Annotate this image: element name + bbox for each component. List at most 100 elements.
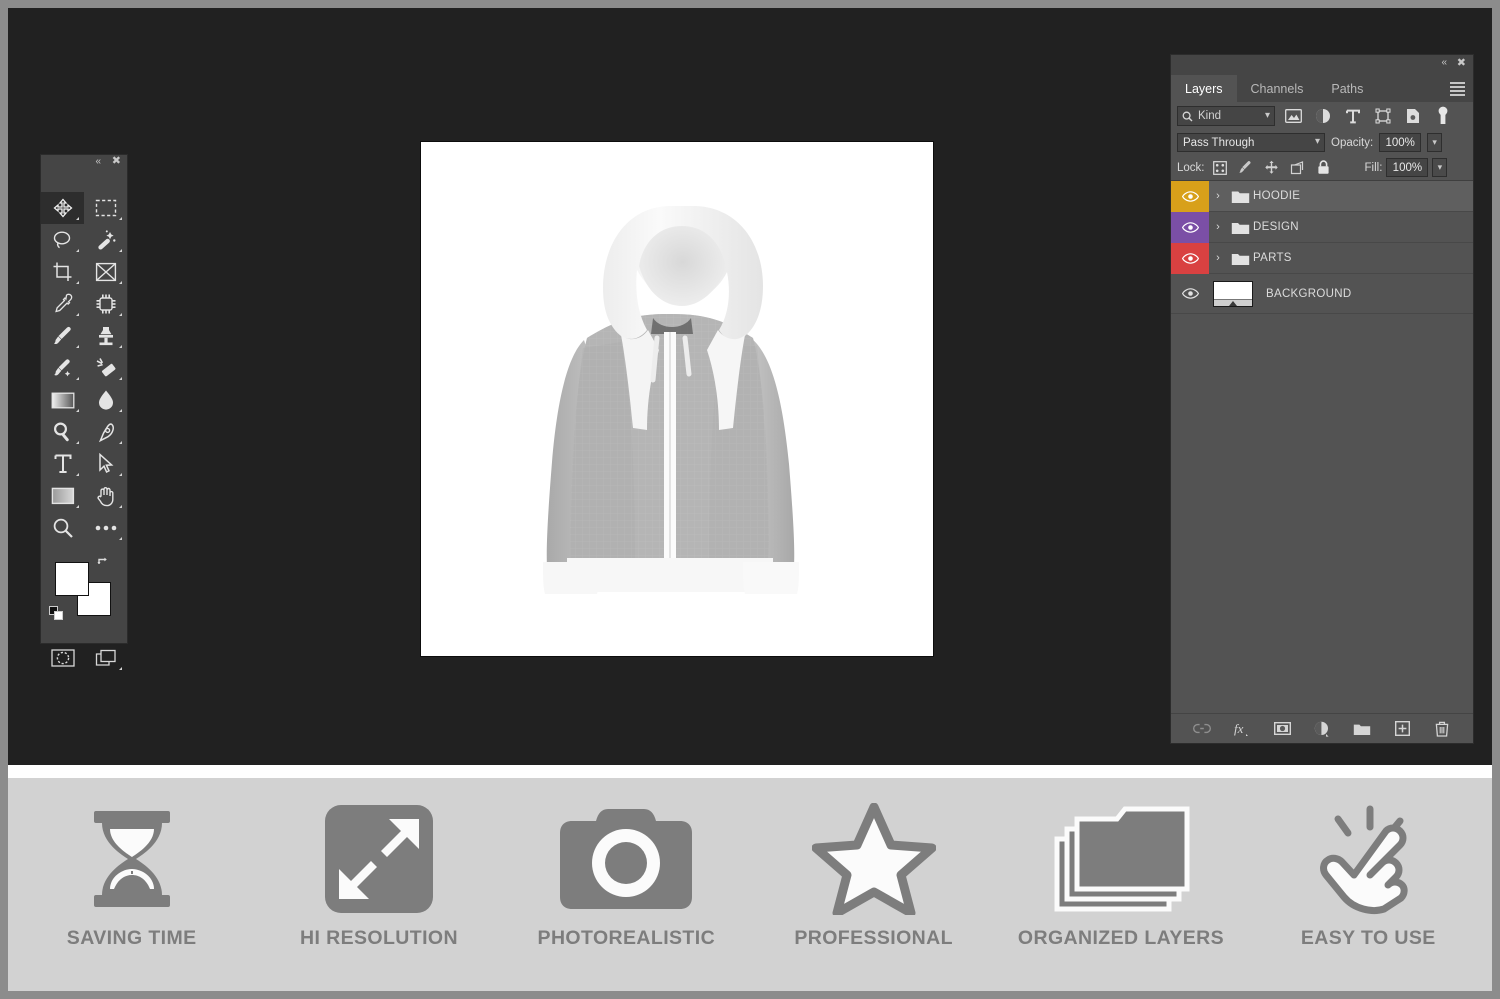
tab-channels[interactable]: Channels	[1237, 75, 1318, 102]
new-layer-icon[interactable]	[1392, 719, 1412, 739]
layer-row-background[interactable]: BACKGROUND	[1171, 274, 1473, 314]
opacity-label: Opacity:	[1331, 136, 1374, 149]
layer-row-hoodie[interactable]: › HOODIE	[1171, 180, 1473, 212]
layers-panel-tabs: Layers Channels Paths	[1171, 75, 1473, 102]
layer-visibility-toggle[interactable]	[1171, 211, 1209, 243]
layer-name: DESIGN	[1253, 221, 1299, 233]
hand-tool[interactable]	[84, 480, 127, 512]
fill-stepper[interactable]: ▾	[1432, 158, 1448, 177]
layer-row-design[interactable]: › DESIGN	[1171, 211, 1473, 243]
rectangle-tool[interactable]	[41, 480, 84, 512]
panel-menu-icon[interactable]	[1450, 82, 1465, 96]
opacity-stepper[interactable]: ▾	[1427, 133, 1443, 152]
tool-more-indicator	[119, 505, 122, 508]
tools-row	[41, 352, 127, 384]
layers-panel-footer: fx	[1171, 713, 1473, 743]
lasso-tool[interactable]	[41, 224, 84, 256]
gradient-tool[interactable]	[41, 384, 84, 416]
fill-input[interactable]: 100%	[1386, 158, 1429, 177]
foreground-color-swatch[interactable]	[55, 562, 89, 596]
add-layer-mask-icon[interactable]	[1272, 719, 1292, 739]
magic-wand-tool[interactable]	[84, 224, 127, 256]
rectangular-marquee-tool[interactable]	[84, 192, 127, 224]
dodge-tool[interactable]	[41, 416, 84, 448]
edit-toolbar-tool[interactable]	[84, 512, 127, 544]
delete-layer-icon[interactable]	[1432, 719, 1452, 739]
layer-visibility-toggle[interactable]	[1171, 278, 1209, 309]
screen-mode-icon[interactable]	[84, 642, 127, 674]
new-adjustment-layer-icon[interactable]	[1312, 719, 1332, 739]
default-colors-icon[interactable]	[49, 606, 63, 620]
tool-more-indicator	[119, 345, 122, 348]
tab-layers[interactable]: Layers	[1171, 75, 1237, 102]
shape-layer-filter-icon[interactable]	[1371, 106, 1395, 126]
close-icon[interactable]: ✖	[112, 155, 121, 168]
opacity-input[interactable]: 100%	[1379, 133, 1422, 152]
filter-toggle-icon[interactable]	[1431, 106, 1455, 126]
horizontal-type-tool[interactable]	[41, 448, 84, 480]
tools-panel-header: « ✖	[41, 155, 127, 172]
folder-icon	[1227, 220, 1253, 235]
zoom-tool[interactable]	[41, 512, 84, 544]
swap-colors-icon[interactable]	[97, 556, 111, 570]
close-icon[interactable]: ✖	[1457, 56, 1466, 69]
link-layers-icon[interactable]	[1192, 719, 1212, 739]
pixel-layer-filter-icon[interactable]	[1281, 106, 1305, 126]
quick-mask-mode-icon[interactable]	[41, 642, 84, 674]
tool-more-indicator	[119, 377, 122, 380]
eyedropper-tool[interactable]	[41, 288, 84, 320]
blur-tool[interactable]	[84, 384, 127, 416]
lock-transparent-pixels-icon[interactable]	[1209, 158, 1231, 178]
clone-stamp-tool[interactable]	[84, 320, 127, 352]
type-layer-filter-icon[interactable]	[1341, 106, 1365, 126]
group-disclosure-arrow[interactable]: ›	[1209, 190, 1227, 202]
blend-mode-value: Pass Through	[1183, 136, 1255, 149]
lock-artboard-nesting-icon[interactable]	[1287, 158, 1309, 178]
spot-healing-brush-tool[interactable]	[84, 288, 127, 320]
search-icon	[1182, 111, 1193, 121]
hoodie-mockup-artwork	[421, 142, 933, 656]
pen-tool[interactable]	[84, 416, 127, 448]
feature-saving-time: SAVING TIME	[27, 806, 237, 950]
path-selection-tool[interactable]	[84, 448, 127, 480]
hourglass-icon	[27, 806, 237, 911]
collapse-icon[interactable]: «	[1441, 57, 1447, 68]
brush-tool[interactable]	[41, 320, 84, 352]
collapse-icon[interactable]: «	[95, 156, 101, 168]
smart-object-filter-icon[interactable]	[1401, 106, 1425, 126]
group-disclosure-arrow[interactable]: ›	[1209, 252, 1227, 264]
toolbar-bottom-modes	[41, 642, 127, 676]
lock-image-pixels-icon[interactable]	[1235, 158, 1257, 178]
add-layer-style-icon[interactable]: fx	[1232, 719, 1252, 739]
group-disclosure-arrow[interactable]: ›	[1209, 221, 1227, 233]
frame-tool[interactable]	[84, 256, 127, 288]
blend-mode-select[interactable]: Pass Through ▾	[1177, 133, 1325, 152]
move-tool[interactable]	[41, 192, 84, 224]
chevron-down-icon[interactable]: ▾	[1265, 110, 1270, 121]
lock-position-icon[interactable]	[1261, 158, 1283, 178]
new-group-icon[interactable]	[1352, 719, 1372, 739]
history-brush-tool[interactable]	[41, 352, 84, 384]
layer-name: BACKGROUND	[1266, 287, 1352, 300]
filter-kind-select[interactable]: Kind ▾	[1177, 106, 1275, 126]
tools-panel: « ✖	[40, 154, 128, 670]
tool-more-indicator	[76, 249, 79, 252]
blend-mode-row: Pass Through ▾ Opacity: 100% ▾	[1171, 130, 1473, 155]
layer-visibility-toggle[interactable]	[1171, 242, 1209, 274]
canvas-document[interactable]	[420, 141, 934, 657]
lock-label: Lock:	[1177, 161, 1205, 174]
tool-more-indicator	[119, 409, 122, 412]
adjustment-layer-filter-icon[interactable]	[1311, 106, 1335, 126]
tool-more-indicator	[76, 441, 79, 444]
feature-hi-resolution: HI RESOLUTION	[274, 804, 484, 950]
tool-more-indicator	[119, 281, 122, 284]
tab-paths[interactable]: Paths	[1317, 75, 1377, 102]
feature-photorealistic: PHOTOREALISTIC	[521, 806, 731, 950]
layer-row-parts[interactable]: › PARTS	[1171, 242, 1473, 274]
layer-visibility-toggle[interactable]	[1171, 180, 1209, 212]
lock-all-icon[interactable]	[1313, 158, 1335, 178]
eraser-tool[interactable]	[84, 352, 127, 384]
feature-label: EASY TO USE	[1300, 927, 1436, 949]
crop-tool[interactable]	[41, 256, 84, 288]
chevron-down-icon[interactable]: ▾	[1315, 136, 1320, 147]
